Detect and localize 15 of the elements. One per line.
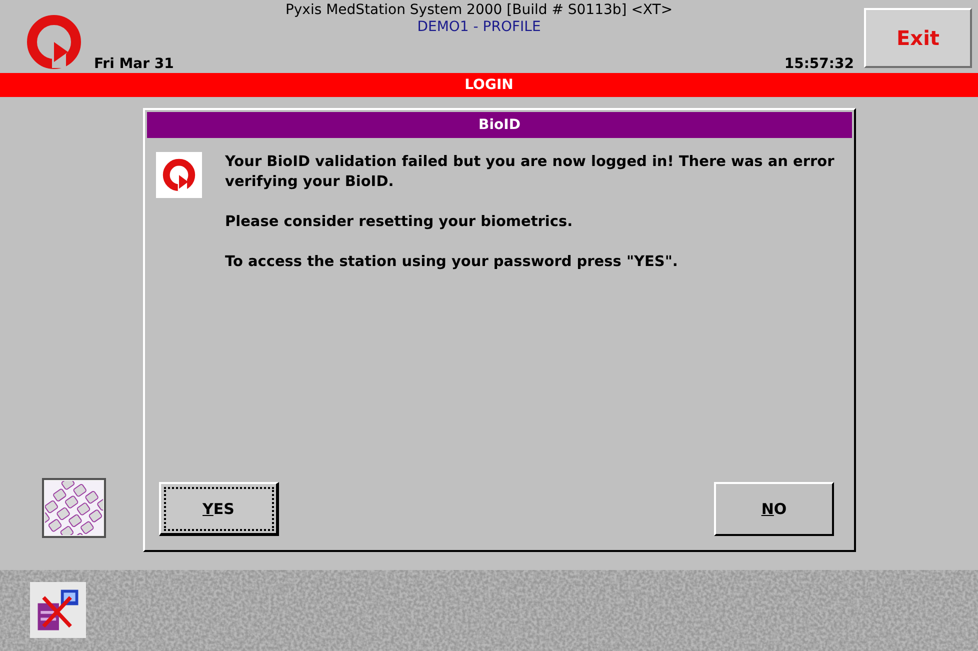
profile-name: DEMO1 - PROFILE [417, 19, 541, 36]
login-banner: LOGIN [0, 73, 978, 97]
message-text: Please consider resetting your biometrics. [225, 213, 574, 232]
message-text: Your BioID validation failed but you are now logged in! There was an error verifying your BioID. [225, 153, 835, 192]
logo-icon [24, 12, 84, 72]
crossed-out-form-icon[interactable] [30, 582, 86, 638]
date-text: Fri Mar 31 [94, 56, 174, 72]
no-button[interactable]: NO [714, 482, 834, 536]
app-title: Pyxis MedStation System 2000 [Build # S0113b] <XT> [285, 2, 673, 19]
yes-button[interactable]: YES [159, 482, 279, 536]
logo-icon [155, 152, 203, 198]
time-text: 15:57:32 [784, 56, 854, 72]
message-text: To access the station using your password press "YES". [225, 253, 679, 272]
dialog-title: BioID [147, 112, 852, 138]
keyboard-icon[interactable] [42, 478, 106, 538]
